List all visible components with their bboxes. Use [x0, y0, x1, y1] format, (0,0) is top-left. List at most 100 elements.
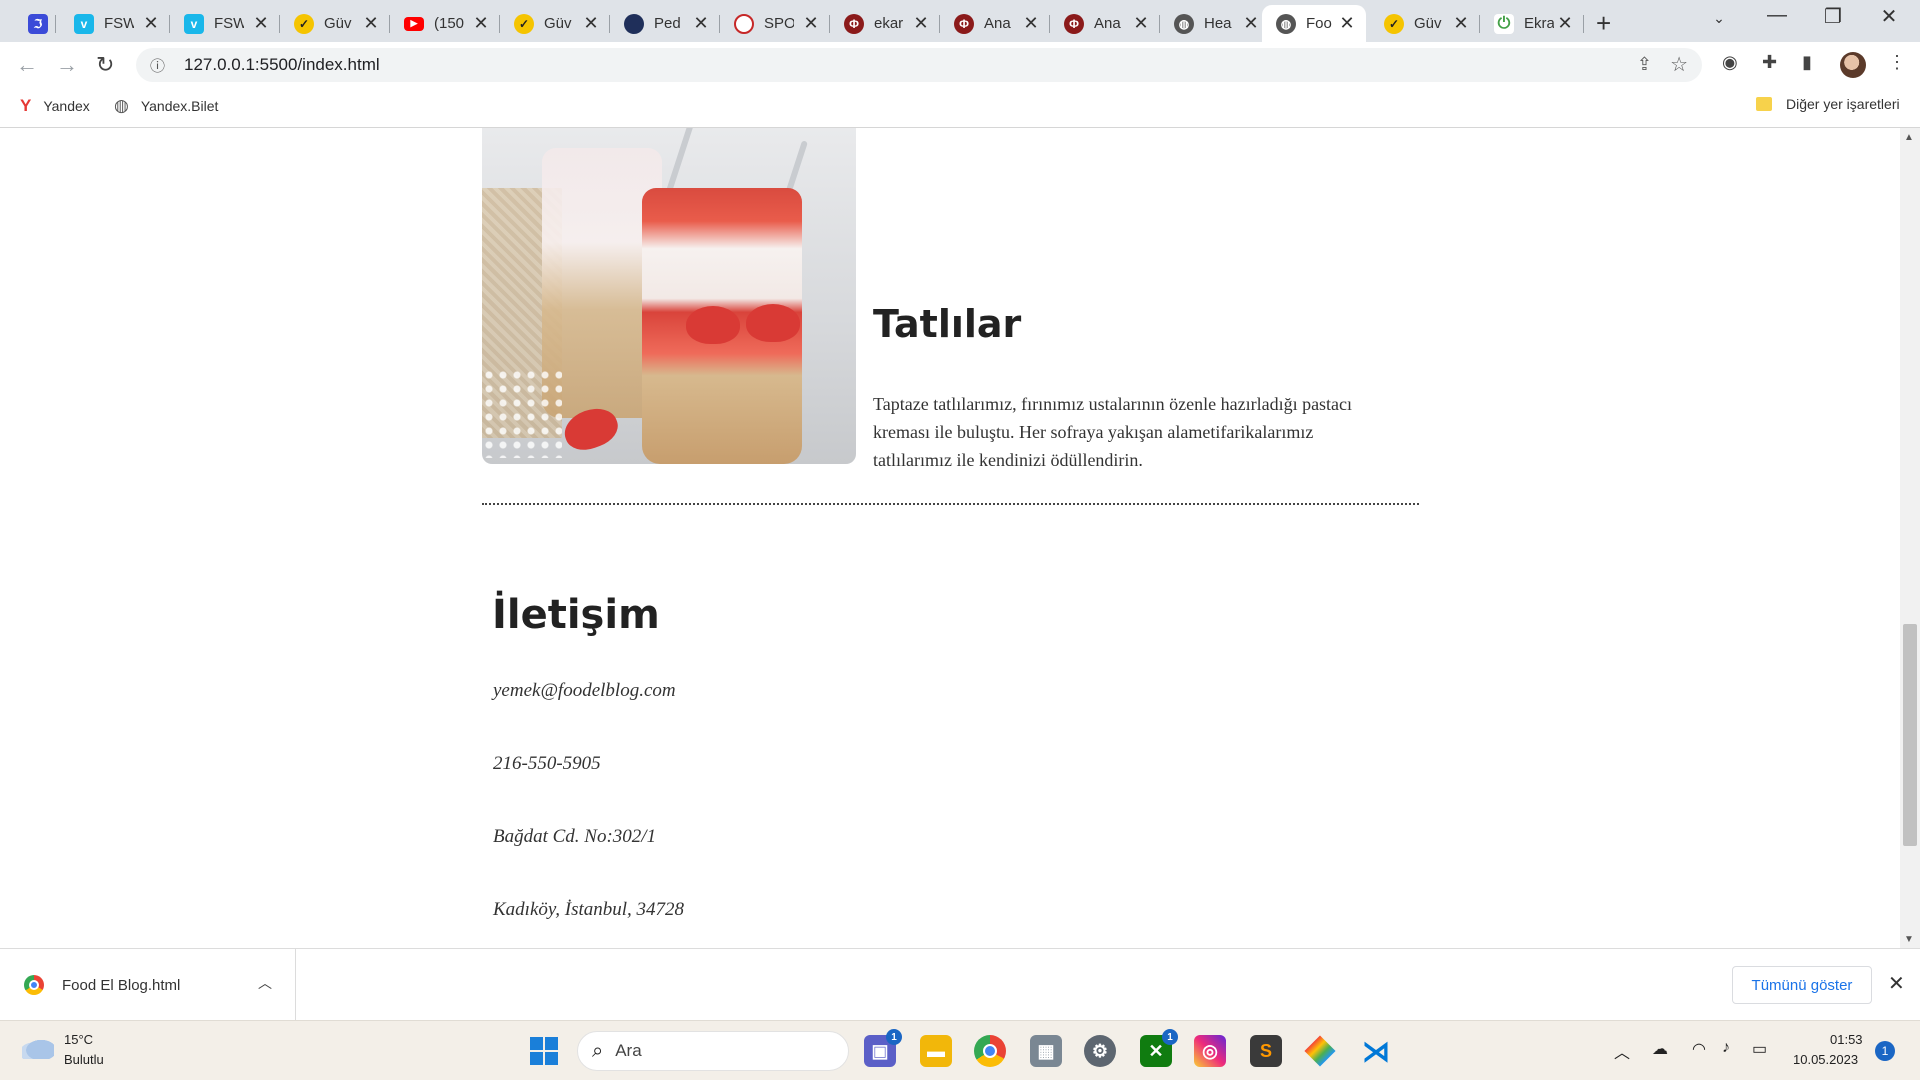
bookmark-star-icon[interactable]: ☆ — [1670, 52, 1688, 77]
settings-gear-icon[interactable]: ⚙ — [1084, 1035, 1116, 1067]
folder-icon — [1756, 97, 1772, 111]
show-all-button[interactable]: Tümünü göster — [1732, 966, 1872, 1004]
tab-youtube[interactable]: ▶ (150 ✕ — [390, 5, 500, 42]
other-bookmarks[interactable]: Diğer yer işaretleri — [1756, 96, 1900, 112]
seal-icon — [624, 13, 644, 34]
extensions-puzzle-icon[interactable]: ✚ — [1762, 52, 1777, 73]
scroll-up-icon[interactable]: ▲ — [1904, 132, 1914, 143]
vimeo-icon: v — [184, 13, 204, 34]
globe-icon: ◍ — [114, 96, 129, 115]
close-window-icon[interactable]: ✕ — [1866, 4, 1912, 29]
minimize-icon[interactable]: — — [1754, 4, 1800, 27]
tab-guv-2[interactable]: ✓ Güv ✕ — [500, 5, 610, 42]
share-icon[interactable]: ⇪ — [1637, 54, 1652, 75]
close-icon[interactable]: ✕ — [472, 13, 490, 34]
close-icon[interactable]: ✕ — [692, 13, 710, 34]
calculator-icon[interactable]: ▦ — [1030, 1035, 1062, 1067]
chevron-up-icon[interactable]: ︿ — [258, 973, 272, 993]
extension-account-icon[interactable]: ◉ — [1722, 52, 1738, 73]
close-icon[interactable]: ✕ — [362, 13, 380, 34]
wifi-icon[interactable]: ◠ — [1692, 1039, 1706, 1059]
tab-spo[interactable]: SPO ✕ — [720, 5, 830, 42]
tab-ana-1[interactable]: Φ Ana ✕ — [940, 5, 1050, 42]
tab-ekar[interactable]: Φ ekar ✕ — [830, 5, 940, 42]
teams-icon[interactable]: ▣ 1 — [864, 1029, 902, 1067]
contact-email[interactable]: yemek@foodelblog.com — [493, 680, 676, 702]
dessert-image — [482, 128, 856, 464]
tab-guv-1[interactable]: ✓ Güv ✕ — [280, 5, 390, 42]
battery-icon[interactable]: ▭ — [1752, 1039, 1767, 1059]
tab-guv-3[interactable]: ✓ Güv ✕ — [1370, 5, 1480, 42]
chrome-taskbar-icon[interactable] — [974, 1035, 1006, 1067]
tab-vue[interactable]: ℑ — [14, 5, 56, 42]
weather-description[interactable]: Bulutlu — [64, 1052, 104, 1067]
tab-strip: ℑ v FSW ✕ v FSW ✕ ✓ Güv ✕ ▶ (150 ✕ ✓ Güv… — [0, 0, 1920, 42]
close-icon[interactable]: ✕ — [1022, 13, 1040, 34]
address-bar[interactable]: ⓘ 127.0.0.1:5500/index.html ⇪ ☆ — [136, 48, 1702, 82]
start-button[interactable] — [528, 1035, 560, 1067]
sublime-text-icon[interactable]: S — [1250, 1035, 1282, 1067]
file-explorer-icon[interactable]: ▬ — [920, 1035, 952, 1067]
weather-temperature[interactable]: 15°C — [64, 1032, 93, 1047]
page-scrollbar[interactable]: ▲ ▼ — [1900, 128, 1920, 948]
clock-time[interactable]: 01:53 — [1830, 1032, 1863, 1047]
tab-hea[interactable]: ◍ Hea ✕ — [1160, 5, 1270, 42]
power-icon: ⏻ — [1494, 13, 1514, 34]
close-icon[interactable]: ✕ — [1132, 13, 1150, 34]
download-bar: Food El Blog.html ︿ Tümünü göster ✕ — [0, 948, 1920, 1021]
forward-arrow-icon[interactable]: → — [56, 52, 78, 78]
section-divider — [482, 503, 1419, 505]
reload-icon[interactable]: ↻ — [96, 52, 114, 78]
menu-kebab-icon[interactable]: ⋮ — [1888, 52, 1906, 73]
globe-icon: ◍ — [1276, 13, 1296, 34]
scroll-thumb[interactable] — [1903, 624, 1917, 846]
clock-date[interactable]: 10.05.2023 — [1793, 1052, 1858, 1067]
url-text[interactable]: 127.0.0.1:5500/index.html — [184, 55, 380, 75]
notification-badge[interactable]: 1 — [1875, 1041, 1895, 1061]
download-item[interactable]: Food El Blog.html ︿ — [0, 949, 296, 1021]
bookmark-yandex[interactable]: Y Yandex — [20, 96, 90, 116]
side-panel-icon[interactable]: ▮ — [1802, 52, 1812, 73]
volume-icon[interactable]: ♪ — [1722, 1039, 1730, 1057]
xbox-icon[interactable]: ✕ 1 — [1140, 1029, 1178, 1067]
scroll-down-icon[interactable]: ▼ — [1904, 934, 1914, 945]
close-icon[interactable]: ✕ — [912, 13, 930, 34]
bookmark-yandex-bilet[interactable]: ◍ Yandex.Bilet — [114, 96, 218, 116]
gitkraken-icon[interactable] — [1304, 1035, 1336, 1067]
cloud-icon[interactable] — [22, 1037, 54, 1059]
check-icon: ✓ — [514, 13, 534, 34]
site-info-icon[interactable]: ⓘ — [150, 55, 170, 76]
back-arrow-icon[interactable]: ← — [16, 52, 38, 78]
vscode-icon[interactable]: ⋊ — [1360, 1035, 1392, 1067]
tab-fsw-1[interactable]: v FSW ✕ — [60, 5, 170, 42]
close-icon[interactable]: ✕ — [1338, 13, 1356, 34]
close-icon[interactable]: ✕ — [1452, 13, 1470, 34]
tab-ekra[interactable]: ⏻ Ekra ✕ — [1480, 5, 1584, 42]
vimeo-icon: v — [74, 13, 94, 34]
tab-food-active[interactable]: ◍ Foo ✕ — [1262, 5, 1366, 42]
close-icon[interactable]: ✕ — [1556, 13, 1574, 34]
taskbar-search[interactable]: ⌕ Ara — [577, 1031, 849, 1071]
instagram-icon[interactable]: ◎ — [1194, 1035, 1226, 1067]
restore-icon[interactable]: ❐ — [1810, 4, 1856, 29]
phi-icon: Φ — [1064, 13, 1084, 34]
yandex-icon: Y — [20, 96, 32, 115]
close-icon[interactable]: ✕ — [142, 13, 160, 34]
close-icon[interactable]: ✕ — [252, 13, 270, 34]
close-icon[interactable]: ✕ — [1242, 13, 1260, 34]
close-icon[interactable]: ✕ — [1888, 971, 1905, 996]
profile-avatar[interactable] — [1840, 52, 1866, 78]
tab-ped[interactable]: Ped ✕ — [610, 5, 720, 42]
tab-fsw-2[interactable]: v FSW ✕ — [170, 5, 280, 42]
windows-taskbar: 15°C Bulutlu ⌕ Ara ▣ 1 ▬ ▦ ⚙ ✕ 1 ◎ S ⋊ ︿ ☁… — [0, 1020, 1920, 1080]
close-icon[interactable]: ✕ — [582, 13, 600, 34]
chevron-up-icon[interactable]: ︿ — [1614, 1039, 1630, 1063]
vue-icon: ℑ — [28, 13, 48, 34]
tab-ana-2[interactable]: Φ Ana ✕ — [1050, 5, 1160, 42]
new-tab-plus-icon[interactable]: + — [1596, 8, 1611, 39]
close-icon[interactable]: ✕ — [802, 13, 820, 34]
tab-search-chevron-icon[interactable]: ⌄ — [1696, 10, 1742, 27]
contact-address-line1: Bağdat Cd. No:302/1 — [493, 826, 657, 847]
onedrive-cloud-icon[interactable]: ☁ — [1652, 1039, 1668, 1059]
search-icon: ⌕ — [592, 1039, 604, 1062]
